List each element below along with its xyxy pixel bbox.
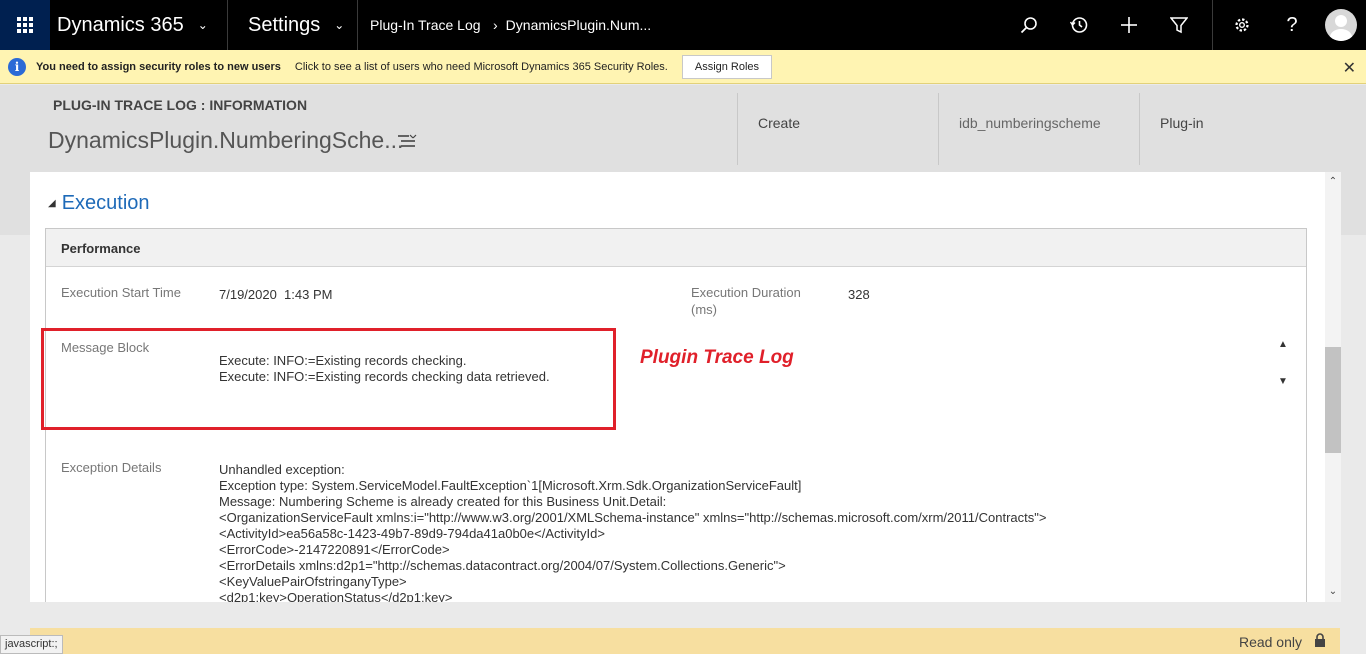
notification-text[interactable]: Click to see a list of users who need Mi… [295, 61, 668, 73]
scroll-up-icon[interactable]: ⌃ [1325, 174, 1341, 190]
exception-line: <OrganizationServiceFault xmlns:i="http:… [219, 510, 1047, 525]
exception-line: Message: Numbering Scheme is already cre… [219, 494, 667, 509]
help-button[interactable]: ? [1267, 0, 1317, 50]
section-execution[interactable]: ◢ Execution [48, 192, 150, 215]
exception-line: <ErrorCode>-2147220891</ErrorCode> [219, 542, 450, 557]
exception-line: <ErrorDetails xmlns:d2p1="http://schemas… [219, 558, 786, 573]
chevron-down-icon: ⌄ [334, 18, 345, 32]
top-nav-bar: Dynamics 365 ⌄ Settings ⌄ Plug-In Trace … [0, 0, 1366, 50]
duration-unit: (ms) [691, 302, 717, 317]
scroll-down-icon[interactable]: ⌄ [1325, 584, 1341, 600]
search-icon [1020, 17, 1037, 34]
app-switcher[interactable]: Dynamics 365 ⌄ [50, 0, 228, 50]
form-body: ◢ Execution Performance Execution Start … [30, 172, 1325, 602]
message-scrollbar[interactable]: ▲ ▼ [1276, 339, 1290, 387]
gear-icon [1235, 18, 1249, 32]
exception-line: <KeyValuePairOfstringanyType> [219, 574, 407, 589]
duration-label: Execution Duration [691, 285, 801, 300]
chevron-down-icon: ▼ [1278, 376, 1288, 387]
exception-line: <d2p1:key>OperationStatus</d2p1:key> [219, 590, 453, 602]
notification-bar[interactable]: i You need to assign security roles to n… [0, 50, 1366, 84]
collapse-triangle-icon: ◢ [48, 198, 56, 209]
performance-section: Performance Execution Start Time 7/19/20… [41, 228, 1307, 602]
chevron-up-icon: ▲ [1278, 339, 1288, 350]
info-icon: i [8, 57, 26, 76]
area-switcher[interactable]: Settings ⌄ [228, 0, 358, 50]
app-name: Dynamics 365 [57, 13, 184, 36]
header-field-entity: idb_numberingscheme [938, 93, 1139, 165]
recent-button[interactable] [1054, 0, 1104, 50]
entity-label: PLUG-IN TRACE LOG : INFORMATION [53, 97, 308, 113]
assign-roles-button[interactable]: Assign Roles [681, 54, 773, 79]
plus-icon [1121, 17, 1137, 33]
record-title: DynamicsPlugin.NumberingSche... [48, 127, 404, 153]
section-title: Execution [61, 192, 150, 214]
advanced-find-button[interactable] [1154, 0, 1204, 50]
chevron-right-icon: › [493, 17, 498, 33]
avatar[interactable] [1325, 9, 1357, 41]
settings-button[interactable] [1217, 0, 1267, 50]
exception-line: Exception type: System.ServiceModel.Faul… [219, 478, 802, 493]
lock-icon [1315, 633, 1325, 647]
exception-details-label: Exception Details [61, 460, 162, 475]
app-launcher-button[interactable] [0, 0, 50, 50]
page-scrollbar[interactable]: ⌃ ⌄ [1325, 172, 1341, 602]
help-icon: ? [1286, 13, 1298, 36]
header-field-operation: Create [737, 93, 938, 165]
header-field-type: Plug-in [1139, 93, 1340, 165]
duration-value[interactable]: 328 [848, 287, 870, 303]
close-icon[interactable]: ✕ [1343, 58, 1356, 78]
status-footer: Read only [30, 628, 1340, 654]
history-icon [1070, 17, 1088, 33]
area-name: Settings [248, 13, 321, 36]
menu-icon[interactable] [398, 133, 418, 149]
notification-title: You need to assign security roles to new… [36, 60, 281, 73]
filter-icon [1170, 17, 1188, 34]
subsection-title: Performance [46, 229, 1306, 267]
search-button[interactable] [1004, 0, 1054, 50]
breadcrumb-plugin-trace-log[interactable]: Plug-In Trace Log [358, 0, 493, 50]
exception-line: Unhandled exception: [219, 462, 345, 477]
exception-details-value[interactable]: Unhandled exception: Exception type: Sys… [219, 462, 1046, 602]
breadcrumb-record[interactable]: DynamicsPlugin.Num... [506, 0, 652, 50]
read-only-status: Read only [1238, 634, 1302, 650]
browser-status-url: javascript:; [0, 635, 63, 654]
highlight-box [41, 328, 616, 430]
exception-line: <ActivityId>ea56a58c-1423-49b7-89d9-794d… [219, 526, 605, 541]
scroll-thumb[interactable] [1325, 347, 1341, 453]
annotation-label: Plugin Trace Log [640, 347, 794, 368]
start-time-label: Execution Start Time [61, 285, 181, 300]
create-button[interactable] [1104, 0, 1154, 50]
waffle-icon [17, 17, 33, 33]
start-time-value[interactable]: 7/19/2020 1:43 PM [219, 287, 332, 303]
chevron-down-icon: ⌄ [197, 18, 208, 32]
